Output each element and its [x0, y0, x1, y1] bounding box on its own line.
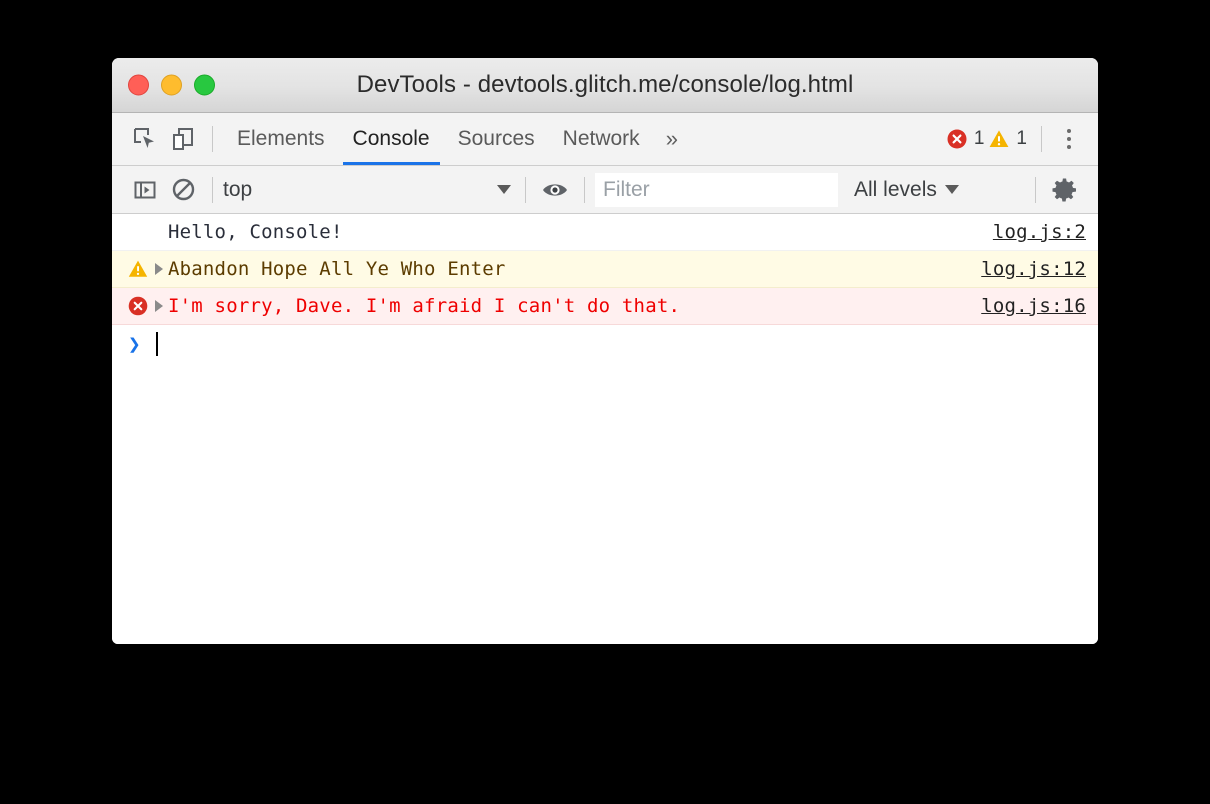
- expand-message-triangle-icon[interactable]: [152, 300, 166, 312]
- console-message-text: I'm sorry, Dave. I'm afraid I can't do t…: [168, 295, 681, 317]
- tab-console[interactable]: Console: [339, 113, 444, 165]
- warning-triangle-icon: [990, 130, 1009, 147]
- filterbar-divider-4: [1035, 176, 1036, 203]
- warning-count-value: 1: [1016, 128, 1027, 149]
- tab-network[interactable]: Network: [549, 113, 654, 165]
- execution-context-dropdown[interactable]: top: [223, 175, 515, 205]
- live-expression-eye-icon[interactable]: [536, 171, 574, 209]
- chevron-down-icon: [944, 185, 959, 194]
- console-message-error[interactable]: I'm sorry, Dave. I'm afraid I can't do t…: [112, 288, 1098, 325]
- console-filter-toolbar: top All levels: [112, 166, 1098, 214]
- error-circle-icon: [124, 292, 152, 320]
- console-sidebar-icon[interactable]: [126, 171, 164, 209]
- console-message-list: Hello, Console! log.js:2 Abandon Hope Al…: [112, 214, 1098, 644]
- tab-elements[interactable]: Elements: [223, 113, 339, 165]
- error-count-badge[interactable]: 1: [946, 128, 985, 150]
- console-message-source-link[interactable]: log.js:2: [993, 221, 1086, 243]
- filterbar-divider-1: [212, 176, 213, 203]
- console-message-text: Hello, Console!: [168, 221, 343, 243]
- devtools-window: DevTools - devtools.glitch.me/console/lo…: [112, 58, 1098, 644]
- log-level-value: All levels: [854, 177, 937, 201]
- filterbar-divider-3: [584, 176, 585, 203]
- console-message-warning[interactable]: Abandon Hope All Ye Who Enter log.js:12: [112, 251, 1098, 288]
- console-prompt-row[interactable]: ❯: [112, 325, 1098, 363]
- error-count-value: 1: [973, 128, 985, 149]
- prompt-chevron-icon: ❯: [128, 332, 141, 356]
- traffic-lights: [128, 74, 215, 96]
- expand-message-triangle-icon[interactable]: [152, 263, 166, 275]
- console-message-source-link[interactable]: log.js:12: [981, 258, 1086, 280]
- tabbar-divider: [212, 126, 213, 152]
- window-titlebar: DevTools - devtools.glitch.me/console/lo…: [112, 58, 1098, 113]
- log-icon-placeholder: [124, 218, 152, 246]
- window-title: DevTools - devtools.glitch.me/console/lo…: [356, 71, 854, 98]
- close-window-button[interactable]: [128, 74, 149, 96]
- filter-input[interactable]: [595, 172, 838, 207]
- inspect-element-icon[interactable]: [126, 120, 164, 158]
- more-options-icon[interactable]: [1052, 122, 1086, 156]
- execution-context-value: top: [223, 177, 253, 201]
- console-message-source-link[interactable]: log.js:16: [981, 295, 1086, 317]
- maximize-window-button[interactable]: [194, 74, 215, 96]
- devtools-tabbar: Elements Console Sources Network » 1 1: [112, 113, 1098, 166]
- chevron-down-icon: [497, 185, 511, 194]
- tab-sources[interactable]: Sources: [444, 113, 549, 165]
- error-circle-icon: [947, 129, 967, 149]
- device-toolbar-icon[interactable]: [164, 120, 202, 158]
- tabbar-status-area: 1 1: [946, 122, 1098, 156]
- console-message-text: Abandon Hope All Ye Who Enter: [168, 258, 506, 280]
- minimize-window-button[interactable]: [161, 74, 182, 96]
- warning-count-badge[interactable]: 1: [988, 128, 1027, 150]
- log-level-dropdown[interactable]: All levels: [854, 178, 963, 202]
- status-divider: [1041, 126, 1042, 152]
- clear-console-icon[interactable]: [164, 171, 202, 209]
- text-cursor: [156, 332, 158, 356]
- console-message-log[interactable]: Hello, Console! log.js:2: [112, 214, 1098, 251]
- warning-triangle-icon: [124, 255, 152, 283]
- settings-gear-icon[interactable]: [1046, 171, 1084, 209]
- more-tabs-icon[interactable]: »: [654, 128, 690, 150]
- filterbar-divider-2: [525, 176, 526, 203]
